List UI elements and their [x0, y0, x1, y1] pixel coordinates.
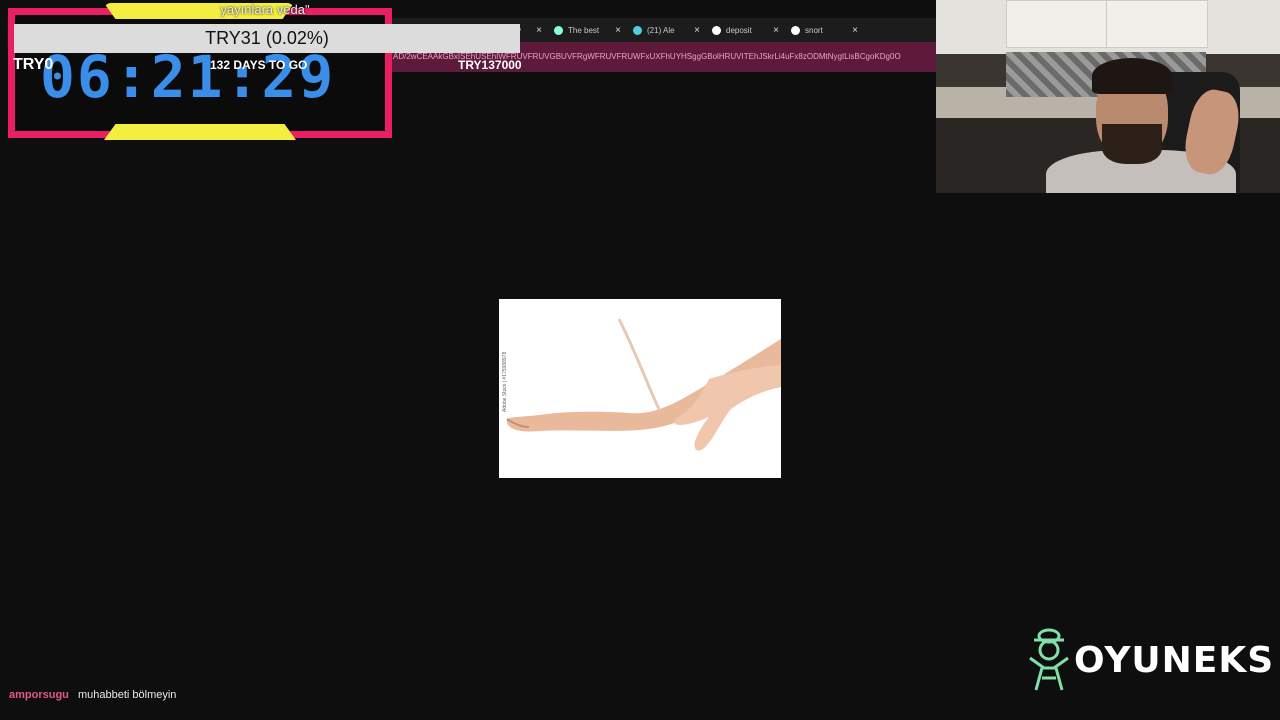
browser-tab-title: snort — [805, 25, 823, 35]
goal-target-amount: TRY137000 — [458, 58, 522, 72]
close-tab-icon[interactable]: × — [536, 25, 542, 36]
stock-watermark: Adobe Stock | #175988978 — [502, 351, 508, 412]
browser-tab-title: The best — [568, 25, 600, 35]
webcam-feed — [936, 0, 1280, 193]
browser-tab[interactable]: The best × — [548, 18, 627, 42]
days-to-go: 132 DAYS TO GO — [210, 58, 308, 72]
close-tab-icon[interactable]: × — [773, 25, 779, 36]
browser-tab[interactable]: snort × — [785, 18, 864, 42]
diamond-icon — [554, 25, 563, 35]
chat-text: muhabbeti bölmeyin — [77, 689, 177, 701]
oyuneks-logo: OYUNEKS — [1026, 628, 1274, 692]
chat-username[interactable]: amporsugu — [9, 689, 69, 701]
chat-message: amporsugu muhabbeti bölmeyin — [9, 689, 176, 701]
google-icon — [791, 25, 800, 35]
browser-tab-title: (21) Ale — [647, 25, 675, 35]
shared-photo — [499, 299, 781, 478]
close-tab-icon[interactable]: × — [694, 25, 700, 36]
foot-photo-illustration — [506, 299, 781, 451]
browser-tab-title: deposit — [726, 25, 752, 35]
tiktok-icon — [712, 25, 721, 35]
overlay-caption: yayınlara veda" — [220, 2, 310, 17]
close-tab-icon[interactable]: × — [852, 25, 858, 36]
accent-tab-bottom — [104, 124, 296, 140]
explorer-mascot-icon — [1029, 628, 1069, 691]
browser-tab[interactable]: deposit × — [706, 18, 785, 42]
kitchen-cabinet — [1006, 0, 1108, 48]
donation-goal-bar: TRY31 (0.02%) — [14, 24, 520, 53]
goal-current-amount: TRY0 — [13, 56, 54, 73]
app-icon — [633, 25, 642, 35]
logo-text: OYUNEKS — [1074, 639, 1275, 681]
close-tab-icon[interactable]: × — [615, 25, 621, 36]
browser-tab[interactable]: (21) Ale × — [627, 18, 706, 42]
kitchen-cabinet — [1106, 0, 1208, 48]
streamer-hair — [1092, 58, 1172, 94]
streamer-beard — [1102, 124, 1162, 164]
